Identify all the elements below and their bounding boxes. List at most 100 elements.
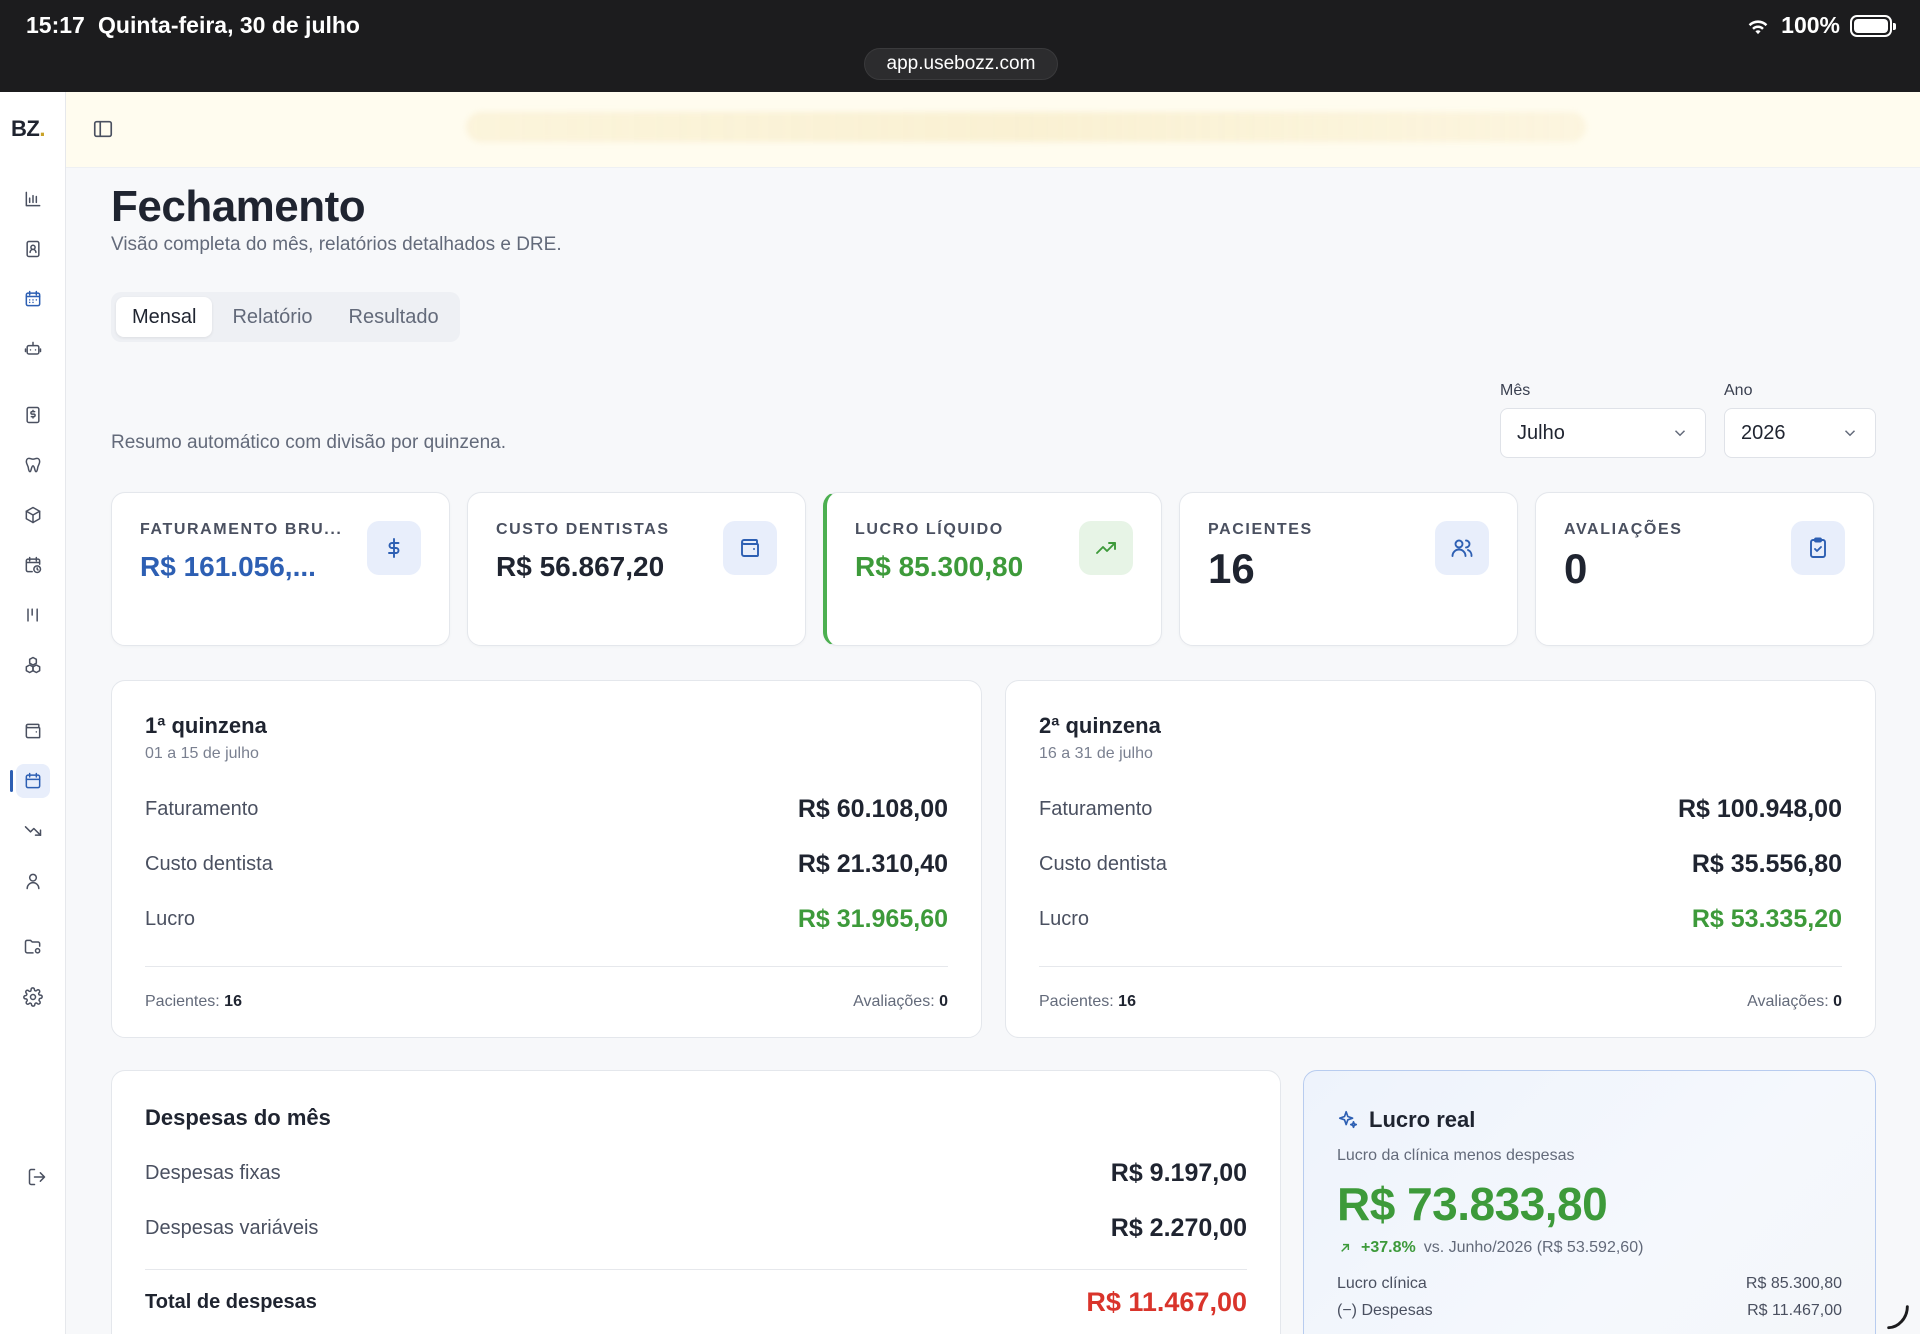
users-icon: [1435, 521, 1489, 575]
calendar-clock-icon[interactable]: [16, 548, 50, 582]
expenses-card: Despesas do mês Despesas fixas R$ 9.197,…: [111, 1070, 1281, 1334]
gear-icon[interactable]: [16, 980, 50, 1014]
chevron-down-icon: [1844, 430, 1856, 437]
quinzena-1-card: 1ª quinzena 01 a 15 de julho Faturamento…: [111, 680, 982, 1038]
logout-icon[interactable]: [20, 1160, 54, 1194]
row-label: Faturamento: [145, 798, 259, 820]
device-status-bar: 15:17 Quinta-feira, 30 de julho 100% app…: [0, 0, 1920, 92]
divider: [1039, 966, 1842, 967]
kpi-value: 16: [1208, 545, 1255, 592]
divider: [145, 966, 948, 967]
patients-count: Pacientes: 16: [145, 993, 242, 1010]
contacts-icon[interactable]: [16, 232, 50, 266]
lucro-row: Lucro R$ 31.965,60: [145, 905, 948, 934]
lucro-real-card: Lucro real Lucro da clínica menos despes…: [1303, 1070, 1876, 1334]
row-value: R$ 35.556,80: [1691, 850, 1842, 878]
dollar-icon: [367, 521, 421, 575]
row-label: Total de despesas: [145, 1291, 317, 1313]
line-label: (−) Despesas: [1337, 1302, 1433, 1319]
wallet-icon: [723, 521, 777, 575]
evaluations-count: Avaliações: 0: [853, 993, 948, 1010]
line-label: Lucro clínica: [1337, 1275, 1427, 1292]
card-header: Lucro real: [1337, 1107, 1475, 1133]
view-tabs: Mensal Relatório Resultado: [111, 292, 460, 342]
top-bar: [66, 92, 1920, 168]
box-icon[interactable]: [16, 498, 50, 532]
kpi-custo-dentistas: CUSTO DENTISTAS R$ 56.867,20: [467, 492, 806, 646]
year-select[interactable]: 2026: [1724, 408, 1876, 458]
card-footer: Pacientes: 16 Avaliações: 0: [1039, 993, 1842, 1011]
kpi-label: FATURAMENTO BRU...: [140, 521, 343, 538]
line-value: R$ 11.467,00: [1747, 1302, 1842, 1319]
growth-indicator: +37.8% vs. Junho/2026 (R$ 53.592,60): [1337, 1239, 1643, 1257]
row-label: Custo dentista: [1039, 853, 1167, 875]
trending-down-icon[interactable]: [16, 814, 50, 848]
card-date-range: 16 a 31 de julho: [1039, 745, 1153, 762]
row-label: Despesas fixas: [145, 1162, 281, 1184]
row-label: Lucro: [1039, 908, 1090, 930]
faturamento-row: Faturamento R$ 60.108,00: [145, 795, 948, 824]
custo-dentista-row: Custo dentista R$ 21.310,40: [145, 850, 948, 879]
summary-description: Resumo automático com divisão por quinze…: [111, 432, 506, 453]
status-time: 15:17: [26, 12, 85, 38]
columns-icon[interactable]: [16, 598, 50, 632]
tab-resultado[interactable]: Resultado: [333, 297, 455, 337]
invoice-icon[interactable]: [16, 398, 50, 432]
battery-percent: 100%: [1781, 12, 1840, 38]
total-expenses-row: Total de despesas R$ 11.467,00: [145, 1287, 1247, 1318]
wallet-icon[interactable]: [16, 714, 50, 748]
kpi-value: R$ 56.867,20: [496, 551, 665, 582]
folder-settings-icon[interactable]: [16, 930, 50, 964]
row-value: R$ 2.270,00: [1110, 1214, 1247, 1242]
cubes-icon[interactable]: [16, 648, 50, 682]
kpi-label: CUSTO DENTISTAS: [496, 521, 670, 538]
kpi-label: PACIENTES: [1208, 521, 1313, 538]
chart-icon[interactable]: [16, 182, 50, 216]
row-label: Lucro: [145, 908, 196, 930]
kpi-pacientes: PACIENTES 16: [1179, 492, 1518, 646]
page-title: Fechamento: [111, 182, 366, 231]
month-select[interactable]: Julho: [1500, 408, 1706, 458]
robot-icon[interactable]: [16, 332, 50, 366]
tab-relatorio[interactable]: Relatório: [216, 297, 328, 337]
row-value: R$ 11.467,00: [1086, 1287, 1247, 1317]
custo-dentista-row: Custo dentista R$ 35.556,80: [1039, 850, 1842, 879]
chevron-down-icon: [1674, 430, 1686, 437]
quinzena-2-card: 2ª quinzena 16 a 31 de julho Faturamento…: [1005, 680, 1876, 1038]
kpi-value: R$ 161.056,...: [140, 551, 316, 582]
year-value: 2026: [1741, 421, 1786, 444]
divider: [145, 1269, 1247, 1270]
row-value: R$ 9.197,00: [1110, 1159, 1247, 1187]
main-content: Fechamento Visão completa do mês, relató…: [66, 168, 1920, 1334]
card-date-range: 01 a 15 de julho: [145, 745, 259, 762]
logo[interactable]: BZ.: [11, 116, 45, 142]
tab-mensal[interactable]: Mensal: [116, 297, 213, 337]
expenses-line: (−) Despesas R$ 11.467,00: [1337, 1302, 1842, 1320]
kpi-label: LUCRO LÍQUIDO: [855, 521, 1004, 538]
row-value: R$ 21.310,40: [797, 850, 948, 878]
announcement-banner: [466, 112, 1586, 142]
user-icon[interactable]: [16, 864, 50, 898]
tooth-icon[interactable]: [16, 448, 50, 482]
card-title: 2ª quinzena: [1039, 713, 1161, 738]
row-value: R$ 53.335,20: [1691, 905, 1842, 933]
sidebar-toggle-icon[interactable]: [92, 118, 116, 142]
faturamento-row: Faturamento R$ 100.948,00: [1039, 795, 1842, 824]
card-subtitle: Lucro da clínica menos despesas: [1337, 1147, 1575, 1164]
row-label: Despesas variáveis: [145, 1217, 319, 1239]
calendar-icon[interactable]: [10, 764, 50, 798]
card-footer: Pacientes: 16 Avaliações: 0: [145, 993, 948, 1011]
status-date: Quinta-feira, 30 de julho: [98, 12, 360, 38]
kpi-avaliacoes: AVALIAÇÕES 0: [1535, 492, 1874, 646]
kpi-value: R$ 85.300,80: [855, 551, 1024, 582]
app-sidebar: BZ.: [0, 92, 66, 1334]
kpi-label: AVALIAÇÕES: [1564, 521, 1683, 538]
patients-count: Pacientes: 16: [1039, 993, 1136, 1010]
kpi-lucro-liquido: LUCRO LÍQUIDO R$ 85.300,80: [823, 492, 1162, 646]
sparkles-icon: [1338, 1110, 1358, 1129]
battery-icon: [1850, 14, 1896, 37]
url-bar[interactable]: app.usebozz.com: [864, 48, 1058, 80]
row-value: R$ 31.965,60: [797, 905, 948, 933]
calendar-icon[interactable]: [16, 282, 50, 316]
month-label: Mês: [1500, 382, 1531, 399]
